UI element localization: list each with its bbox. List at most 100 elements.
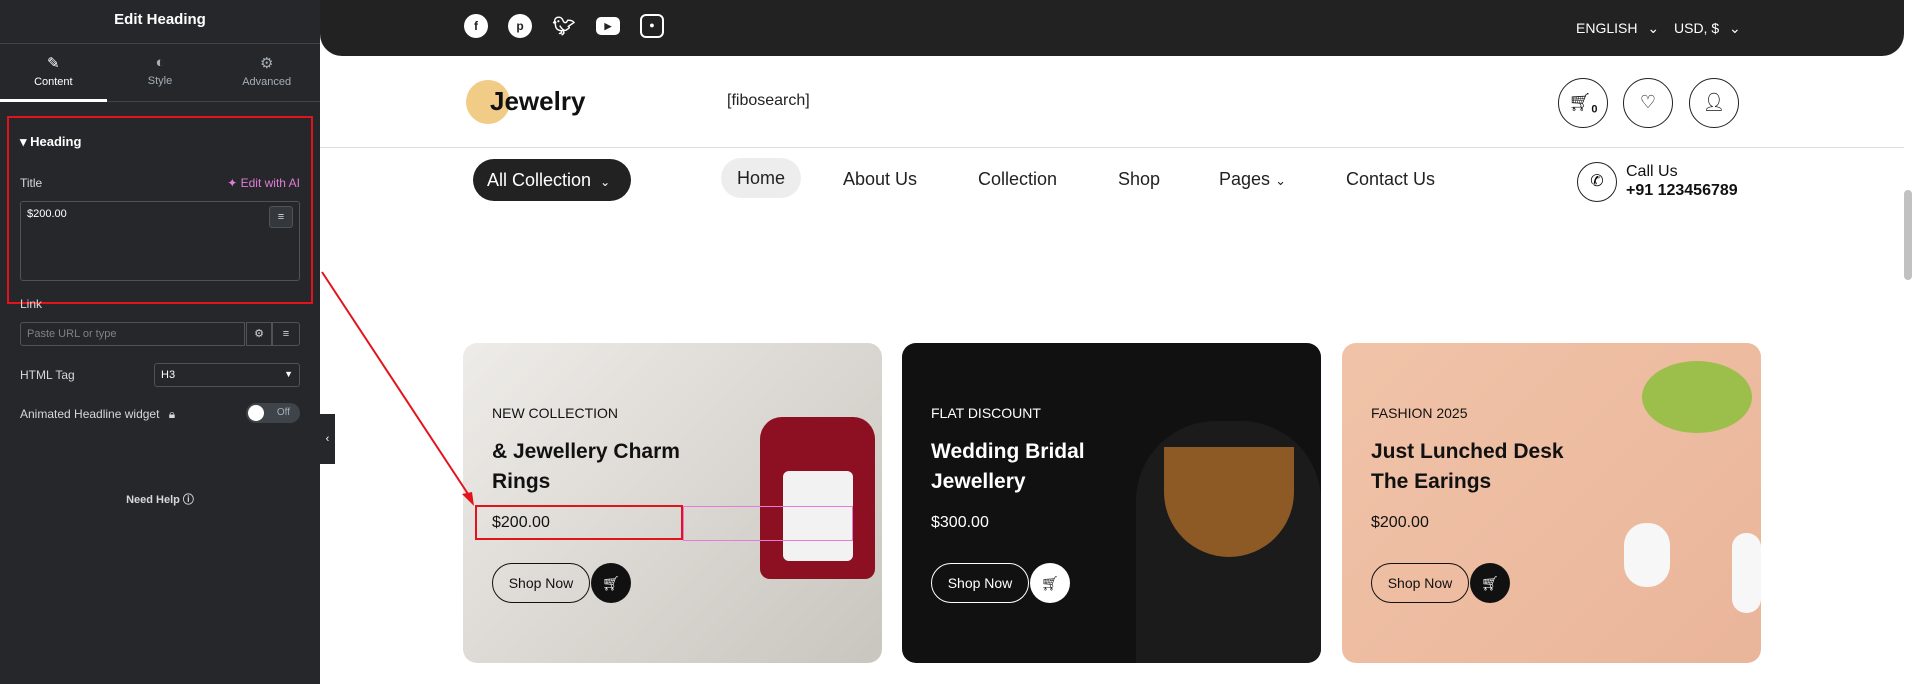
section-heading-toggle[interactable]: ▾ Heading (20, 134, 81, 150)
promo-card-1: NEW COLLECTION & Jewellery Charm Rings $… (463, 343, 882, 663)
top-bar: f p 🐦︎ ▶ ● ENGLISH ⌄ USD, $ ⌄ (320, 0, 1904, 56)
html-tag-select[interactable]: H3 ▼ (154, 363, 300, 387)
page-scrollbar[interactable] (1904, 190, 1912, 280)
edit-with-ai-label: Edit with AI (240, 176, 300, 190)
instagram-icon[interactable]: ● (640, 14, 664, 38)
annotation-box-price (475, 505, 683, 540)
panel-tabs: ✎ Content ◐ Style ⚙ Advanced (0, 44, 320, 102)
link-options-button[interactable]: ⚙ (246, 322, 272, 346)
tab-content[interactable]: ✎ Content (0, 44, 107, 102)
animated-headline-text: Animated Headline widget (20, 407, 160, 421)
panel-header: Edit Heading (0, 0, 320, 44)
site-header: Jewelry [fibosearch] 🛒︎0 ♡ 👤︎ (320, 56, 1904, 148)
all-collection-label: All Collection (487, 170, 592, 190)
shop-now-button[interactable]: Shop Now (1371, 563, 1469, 603)
heart-icon: ♡ (1639, 92, 1657, 112)
add-to-cart-button[interactable]: 🛒︎ (1470, 563, 1510, 603)
card-tag: FASHION 2025 (1371, 405, 1468, 421)
cart-icon: 🛒︎ (1481, 575, 1499, 591)
toggle-knob (248, 405, 264, 421)
title-label: Title (20, 176, 43, 190)
promo-card-3: FASHION 2025 Just Lunched Desk The Earin… (1342, 343, 1761, 663)
cart-count: 0 (1591, 103, 1598, 116)
need-help-link[interactable]: Need Help ⓘ (0, 491, 320, 507)
language-value: ENGLISH (1576, 20, 1638, 36)
lock-icon: 🔒︎ (168, 407, 176, 421)
add-to-cart-button[interactable]: 🛒︎ (1030, 563, 1070, 603)
animated-headline-label: Animated Headline widget 🔒︎ (20, 407, 175, 422)
tab-advanced[interactable]: ⚙ Advanced (213, 44, 320, 101)
tab-style[interactable]: ◐ Style (107, 44, 214, 101)
database-icon: ≡ (282, 328, 290, 340)
cart-icon: 🛒︎ (1568, 92, 1592, 112)
animated-headline-toggle[interactable]: Off (246, 403, 300, 423)
shop-now-button[interactable]: Shop Now (492, 563, 590, 603)
tab-style-label: Style (147, 75, 173, 87)
pinterest-icon[interactable]: p (508, 14, 532, 38)
cart-icon: 🛒︎ (602, 575, 620, 591)
title-textarea[interactable]: $200.00 ≡ (20, 201, 300, 281)
html-tag-value: H3 (161, 369, 176, 381)
need-help-label: Need Help (126, 494, 180, 506)
sparkle-icon: ✦ (227, 176, 241, 190)
nav-home[interactable]: Home (721, 158, 802, 198)
user-icon: 👤︎ (1702, 92, 1726, 112)
nav-shop[interactable]: Shop (1118, 169, 1160, 190)
half-circle-icon: ◐ (155, 54, 165, 71)
shop-now-button[interactable]: Shop Now (931, 563, 1029, 603)
editor-panel: Edit Heading ✎ Content ◐ Style ⚙ Advance… (0, 0, 320, 684)
toggle-label: Off (276, 407, 290, 418)
chevron-down-icon: ⌄ (600, 175, 611, 189)
card-tag: FLAT DISCOUNT (931, 405, 1041, 421)
facebook-icon[interactable]: f (464, 14, 488, 38)
search-shortcode: [fibosearch] (727, 92, 810, 109)
edit-with-ai-button[interactable]: ✦ Edit with AI (227, 176, 300, 190)
cart-icon: 🛒︎ (1041, 575, 1059, 591)
wishlist-button[interactable]: ♡ (1623, 78, 1673, 128)
twitter-icon[interactable]: 🐦︎ (552, 14, 576, 38)
phone-number[interactable]: +91 123456789 (1626, 182, 1738, 200)
help-icon: ⓘ (182, 494, 194, 506)
card-tag: NEW COLLECTION (492, 405, 619, 421)
call-us-label: Call Us (1626, 163, 1678, 180)
card-title: Just Lunched Desk The Earings (1371, 440, 1564, 493)
card-title: Wedding Bridal Jewellery (931, 440, 1085, 493)
dynamic-tags-button[interactable]: ≡ (269, 206, 293, 228)
site-logo[interactable]: Jewelry (490, 86, 585, 117)
link-input[interactable]: Paste URL or type (20, 322, 245, 346)
nav-contact-us[interactable]: Contact Us (1346, 169, 1435, 190)
add-to-cart-button[interactable]: 🛒︎ (591, 563, 631, 603)
card-price: $200.00 (1371, 514, 1429, 531)
title-value: $200.00 (27, 208, 67, 220)
language-select[interactable]: ENGLISH ⌄ (1576, 20, 1659, 37)
link-label: Link (20, 297, 43, 311)
tab-content-label: Content (34, 76, 73, 88)
chevron-down-icon: ⌄ (1729, 20, 1741, 36)
currency-select[interactable]: USD, $ ⌄ (1674, 20, 1741, 37)
chevron-left-icon: ‹ (325, 433, 330, 445)
gear-icon: ⚙ (259, 55, 274, 72)
chevron-down-icon: ⌄ (1275, 173, 1286, 188)
html-tag-label: HTML Tag (20, 368, 75, 382)
currency-value: USD, $ (1674, 20, 1720, 36)
link-dynamic-button[interactable]: ≡ (272, 322, 300, 346)
cart-button[interactable]: 🛒︎0 (1558, 78, 1608, 128)
gear-icon: ⚙ (254, 328, 264, 340)
account-button[interactable]: 👤︎ (1689, 78, 1739, 128)
card-title: & Jewellery Charm Rings (492, 440, 680, 493)
all-collection-button[interactable]: All Collection ⌄ (473, 159, 631, 201)
nav-pages[interactable]: Pages ⌄ (1219, 169, 1286, 190)
phone-icon: ✆ (1577, 162, 1617, 202)
annotation-arrow-line (321, 271, 473, 501)
main-nav: All Collection ⌄ Home About Us Collectio… (320, 148, 1904, 208)
nav-about-us[interactable]: About Us (843, 169, 917, 190)
flower-image (1642, 361, 1752, 433)
card-price: $300.00 (931, 514, 989, 531)
nav-collection[interactable]: Collection (978, 169, 1057, 190)
promo-card-2: FLAT DISCOUNT Wedding Bridal Jewellery $… (902, 343, 1321, 663)
database-icon: ≡ (277, 211, 285, 223)
youtube-icon[interactable]: ▶ (596, 17, 620, 35)
tab-advanced-label: Advanced (242, 76, 292, 88)
collapse-panel-button[interactable]: ‹ (320, 414, 335, 464)
chevron-down-icon: ⌄ (1647, 20, 1660, 36)
